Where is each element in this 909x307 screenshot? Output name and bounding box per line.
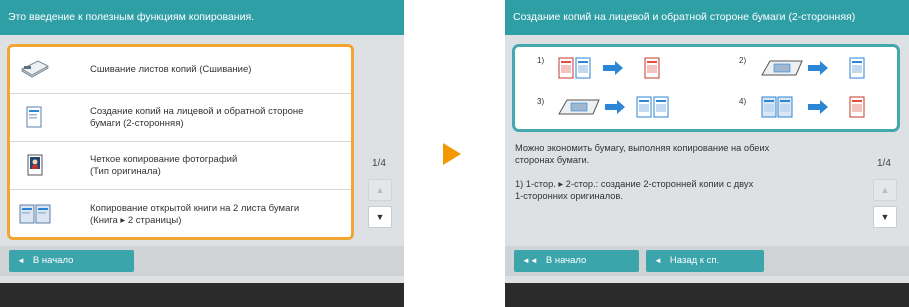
home-button-label: В начало [545,255,587,266]
list-item-label: Четкое копирование фотографий (Тип ориги… [90,154,238,177]
list-item-book[interactable]: Копирование открытой книги на 2 листа бу… [10,191,351,237]
function-description: Можно экономить бумагу, выполняя копиров… [515,143,770,201]
mode-1-to-2-sided-icon [558,57,660,79]
screen-title: Создание копий на лицевой и обратной сто… [505,0,909,35]
diagram-label-3: 3) [537,97,545,106]
diagram-label-1: 1) [537,56,545,65]
list-item-two-sided[interactable]: Создание копий на лицевой и обратной сто… [10,95,351,142]
mode-book-to-2-sided-icon [761,96,865,118]
photo-original-icon [27,154,43,176]
list-item-label: Создание копий на лицевой и обратной сто… [90,106,304,129]
list-item-label: Сшивание листов копий (Сшивание) [90,64,252,75]
home-button[interactable]: ◄ В начало [9,250,134,272]
scroll-up-button[interactable]: ▲ [368,179,392,201]
mode-2-to-1-sided-icon [558,96,669,118]
screen-title: Это введение к полезным функциям копиров… [0,0,404,35]
list-item-staple[interactable]: Сшивание листов копий (Сшивание) [10,47,351,94]
back-arrow-icon: ◄ [17,256,25,265]
book-copy-icon [19,204,51,224]
list-item-photo[interactable]: Четкое копирование фотографий (Тип ориги… [10,143,351,190]
next-step-arrow-icon [443,143,461,165]
scroll-down-button[interactable]: ▼ [873,206,897,228]
home-button-label: В начало [32,255,74,266]
two-sided-copy-icon [26,106,42,128]
mode-2-to-2-sided-icon [761,57,865,79]
triangle-up-icon: ▲ [880,185,890,195]
triangle-up-icon: ▲ [375,185,385,195]
back-arrow-icon: ◄ [654,256,662,265]
screen-function-detail: Создание копий на лицевой и обратной сто… [505,0,909,307]
triangle-down-icon: ▼ [880,212,890,222]
page-indicator: 1/4 [372,158,386,169]
home-button[interactable]: ◄◄ В начало [514,250,639,272]
diagram-label-2: 2) [739,56,747,65]
stapler-icon [20,60,50,78]
screen-function-guide: Это введение к полезным функциям копиров… [0,0,404,307]
back-to-list-button[interactable]: ◄ Назад к сп. [646,250,764,272]
bottom-bar [0,283,404,307]
double-back-arrow-icon: ◄◄ [522,256,538,265]
back-to-list-label: Назад к сп. [669,255,720,266]
scroll-down-button[interactable]: ▼ [368,206,392,228]
two-sided-diagram: 1) 2) 3) 4) [512,44,900,132]
scroll-up-button[interactable]: ▲ [873,179,897,201]
triangle-down-icon: ▼ [375,212,385,222]
page-indicator: 1/4 [877,158,891,169]
bottom-bar [505,283,909,307]
function-list: Сшивание листов копий (Сшивание) Создани… [7,44,354,240]
diagram-label-4: 4) [739,97,747,106]
list-item-label: Копирование открытой книги на 2 листа бу… [90,202,300,226]
